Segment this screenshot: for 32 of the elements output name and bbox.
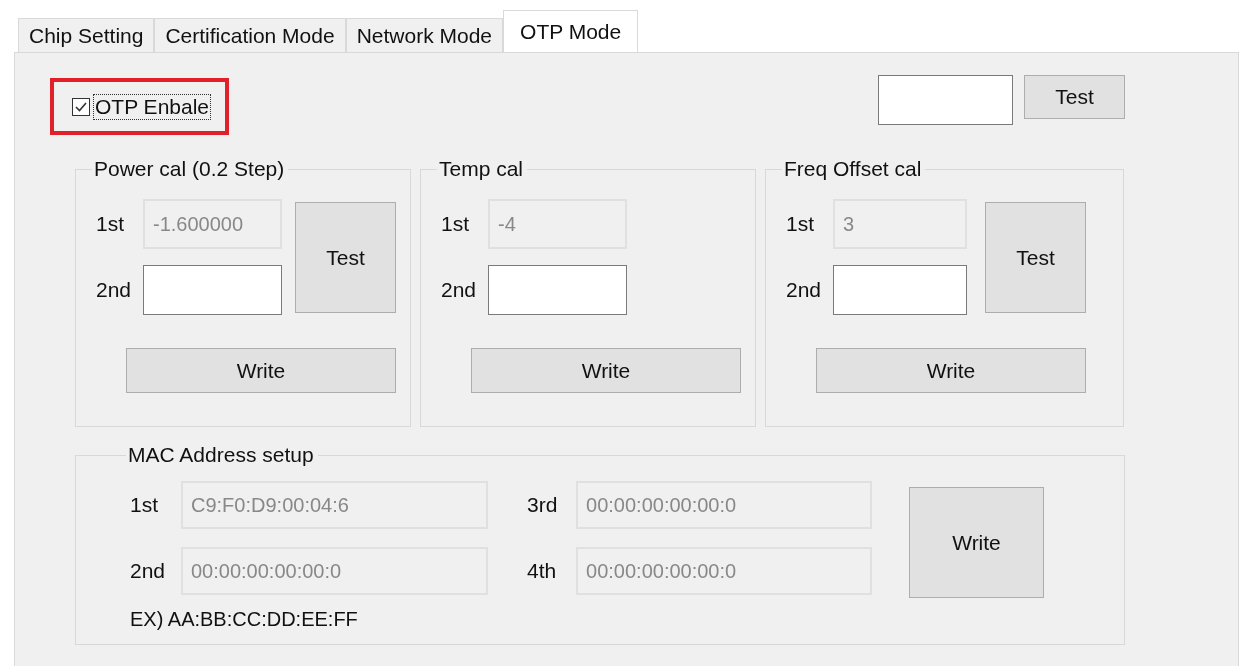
hint-text: EX) AA:BB:CC:DD:EE:FF bbox=[130, 608, 359, 631]
input-field[interactable] bbox=[143, 265, 282, 315]
write-button[interactable]: Write bbox=[471, 348, 741, 393]
test-button[interactable]: Test bbox=[985, 202, 1086, 313]
field-label: 2nd bbox=[441, 278, 478, 302]
group-title: Freq Offset cal bbox=[783, 157, 923, 181]
field-label: 2nd bbox=[130, 559, 167, 583]
field-label: 1st bbox=[786, 212, 815, 236]
tab[interactable]: Network Mode bbox=[345, 18, 504, 52]
write-button[interactable]: Write bbox=[816, 348, 1086, 393]
field-label: 3rd bbox=[527, 493, 559, 517]
checkbox-label[interactable]: OTP Enbale bbox=[93, 93, 211, 120]
input-field[interactable] bbox=[833, 265, 967, 315]
write-button[interactable]: Write bbox=[126, 348, 396, 393]
input-field[interactable] bbox=[878, 75, 1013, 125]
field-label: 1st bbox=[96, 212, 125, 236]
field-label: 2nd bbox=[786, 278, 823, 302]
test-button[interactable]: Test bbox=[1024, 75, 1125, 119]
field-label: 2nd bbox=[96, 278, 133, 302]
field-label: 1st bbox=[130, 493, 159, 517]
field-label: 1st bbox=[441, 212, 470, 236]
write-button[interactable]: Write bbox=[909, 487, 1044, 598]
tab[interactable]: Certification Mode bbox=[154, 18, 346, 52]
group-title: Power cal (0.2 Step) bbox=[93, 157, 286, 181]
checkbox[interactable] bbox=[72, 97, 90, 116]
tab[interactable]: Chip Setting bbox=[18, 18, 155, 52]
tab[interactable]: OTP Mode bbox=[503, 10, 639, 52]
input-field[interactable] bbox=[488, 265, 627, 315]
test-button[interactable]: Test bbox=[295, 202, 396, 313]
field-label: 4th bbox=[527, 559, 558, 583]
group-title: MAC Address setup bbox=[127, 443, 315, 467]
group-title: Temp cal bbox=[438, 157, 525, 181]
